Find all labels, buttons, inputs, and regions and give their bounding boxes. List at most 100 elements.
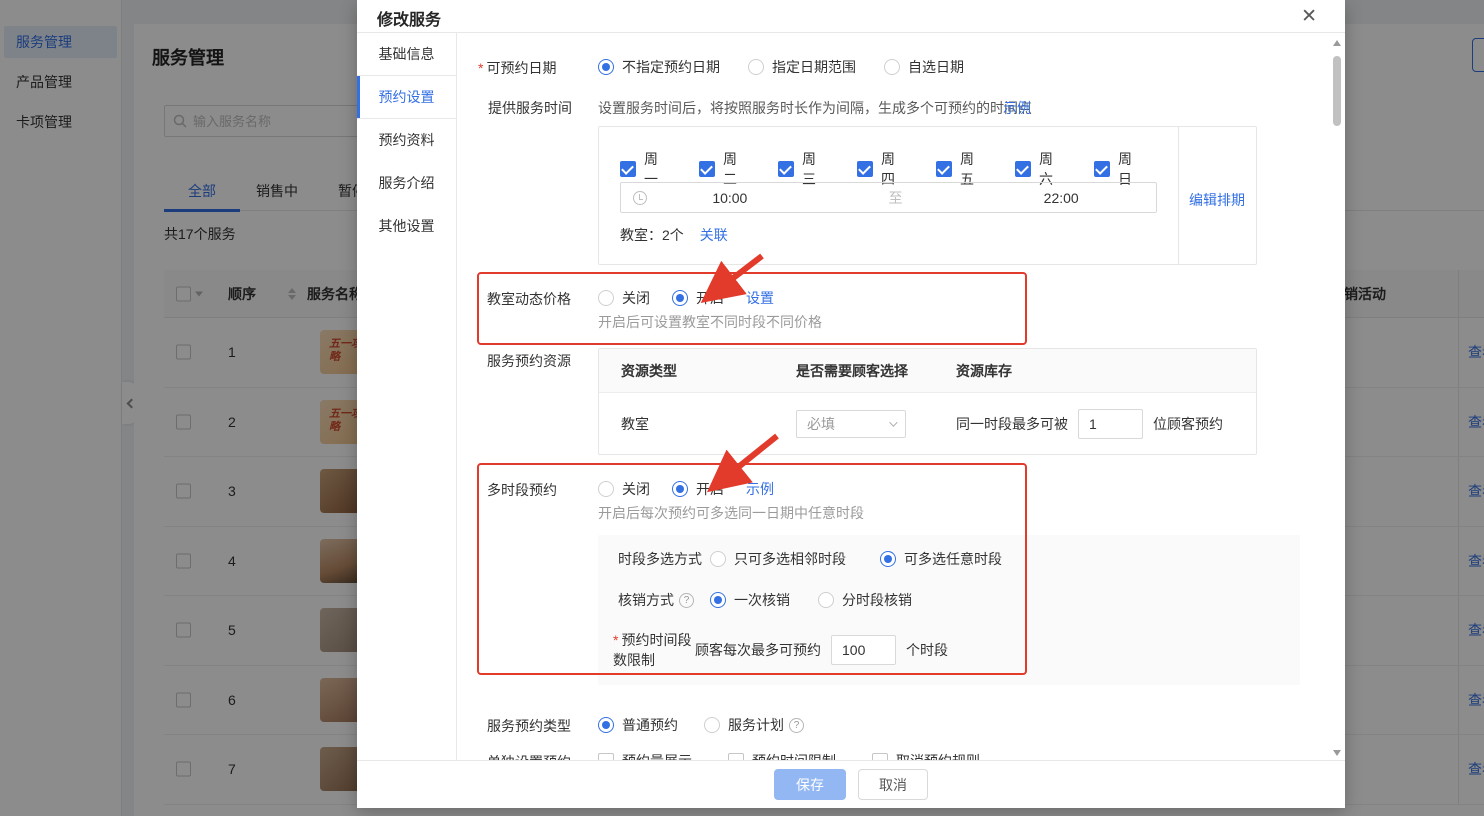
nav-tab-booking-settings[interactable]: 预约设置 (357, 76, 456, 119)
radio-any-slots[interactable]: 可多选任意时段 (880, 549, 1002, 569)
question-circle-icon[interactable]: ? (679, 593, 694, 608)
scrollbar-thumb[interactable] (1333, 56, 1341, 126)
slot-limit-input[interactable] (831, 635, 896, 665)
radio-multi-slot-on[interactable]: 开启 (672, 479, 724, 499)
multi-slot-label: 多时段预约 (487, 480, 557, 500)
radio-icon (710, 551, 726, 567)
slot-limit-prefix: 顾客每次最多可预约 (695, 640, 821, 660)
radio-service-plan[interactable]: 服务计划 ? (704, 715, 804, 735)
radio-label: 不指定预约日期 (622, 57, 720, 77)
stock-prefix: 同一时段最多可被 (956, 414, 1068, 434)
select-value: 必填 (807, 414, 835, 434)
close-icon[interactable]: ✕ (1301, 2, 1317, 32)
multi-slot-options: 关闭 开启 示例 (598, 479, 774, 499)
radio-date-range[interactable]: 指定日期范围 (748, 57, 856, 77)
stock-suffix: 位顾客预约 (1153, 414, 1223, 434)
start-time-value: 10:00 (647, 190, 813, 206)
service-time-desc: 设置服务时间后，将按照服务时长作为间隔，生成多个可预约的时间点 (598, 98, 1032, 118)
radio-label: 关闭 (622, 288, 650, 308)
radio-label: 自选日期 (908, 57, 964, 77)
radio-icon (818, 592, 834, 608)
clock-icon (633, 191, 647, 205)
radio-icon (672, 290, 688, 306)
stock-input[interactable] (1078, 409, 1143, 439)
example-link[interactable]: 示例 (1003, 98, 1031, 118)
radio-icon (884, 59, 900, 75)
radio-label: 只可多选相邻时段 (734, 549, 846, 569)
resource-type-value: 教室 (621, 414, 796, 434)
cancel-button[interactable]: 取消 (858, 769, 928, 800)
checkbox-icon (699, 161, 715, 177)
slot-limit-suffix: 个时段 (906, 640, 948, 660)
radio-label: 开启 (696, 288, 724, 308)
dynamic-price-label: 教室动态价格 (487, 289, 571, 309)
question-circle-icon[interactable]: ? (789, 718, 804, 733)
dynamic-price-set-link[interactable]: 设置 (746, 288, 774, 308)
multi-slot-desc: 开启后每次预约可多选同一日期中任意时段 (598, 503, 864, 523)
checkbox-icon (1015, 161, 1031, 177)
time-range-input[interactable]: 10:00 至 22:00 (620, 182, 1157, 213)
slot-mode-label: 时段多选方式 (618, 549, 710, 569)
radio-dynamic-price-on[interactable]: 开启 (672, 288, 724, 308)
chevron-down-icon (889, 418, 897, 426)
radio-adjacent-slots[interactable]: 只可多选相邻时段 (710, 549, 846, 569)
radio-icon (598, 717, 614, 733)
save-button[interactable]: 保存 (774, 769, 846, 800)
slot-limit-label: 预约时间段数限制 (613, 630, 705, 670)
room-count-text: 教室：2个 (620, 225, 684, 245)
radio-label: 指定日期范围 (772, 57, 856, 77)
radio-multi-slot-off[interactable]: 关闭 (598, 479, 650, 499)
verify-mode-label: 核销方式 ? (618, 590, 710, 610)
scroll-down-icon[interactable] (1333, 750, 1341, 756)
resource-table: 资源类型 是否需要顾客选择 资源库存 教室 必填 同一时段最多可被 位顾客预约 (598, 348, 1257, 455)
required-select[interactable]: 必填 (796, 410, 906, 438)
radio-label: 普通预约 (622, 715, 678, 735)
multi-slot-settings-panel: 时段多选方式 只可多选相邻时段 可多选任意时段 核销方式 ? 一次核销 分时段核… (598, 535, 1300, 685)
checkbox-icon (857, 161, 873, 177)
schedule-panel: 周一 周二 周三 周四 周五 周六 周日 10:00 至 22:00 教室：2个… (598, 126, 1257, 265)
modal-header: 修改服务 ✕ (357, 0, 1345, 33)
radio-no-fixed-date[interactable]: 不指定预约日期 (598, 57, 720, 77)
scroll-up-icon[interactable] (1333, 40, 1341, 46)
dynamic-price-desc: 开启后可设置教室不同时段不同价格 (598, 312, 822, 332)
modal-nav: 基础信息 预约设置 预约资料 服务介绍 其他设置 (357, 33, 457, 760)
resource-label: 服务预约资源 (487, 351, 571, 371)
nav-tab-other-settings[interactable]: 其他设置 (357, 205, 456, 248)
relate-link[interactable]: 关联 (700, 225, 728, 245)
radio-label: 一次核销 (734, 590, 790, 610)
radio-verify-once[interactable]: 一次核销 (710, 590, 790, 610)
radio-icon (672, 481, 688, 497)
radio-icon (748, 59, 764, 75)
modal-title: 修改服务 (377, 6, 441, 30)
resource-table-header: 资源类型 是否需要顾客选择 资源库存 (599, 349, 1256, 393)
service-time-label: 提供服务时间 (488, 98, 572, 118)
radio-icon (598, 59, 614, 75)
radio-normal-booking[interactable]: 普通预约 (598, 715, 678, 735)
radio-label: 可多选任意时段 (904, 549, 1002, 569)
edit-schedule-link[interactable]: 编辑排期 (1184, 190, 1250, 210)
modal-scrollbar[interactable] (1331, 38, 1343, 758)
radio-label: 分时段核销 (842, 590, 912, 610)
checkbox-icon (620, 161, 636, 177)
label-text: 核销方式 (618, 590, 674, 610)
dynamic-price-options: 关闭 开启 设置 (598, 288, 774, 308)
radio-icon (704, 717, 720, 733)
modal-footer: 保存 取消 (357, 760, 1345, 808)
multi-slot-example-link[interactable]: 示例 (746, 479, 774, 499)
radio-icon (710, 592, 726, 608)
checkbox-icon (936, 161, 952, 177)
resource-table-row: 教室 必填 同一时段最多可被 位顾客预约 (599, 393, 1256, 454)
radio-dynamic-price-off[interactable]: 关闭 (598, 288, 650, 308)
booking-type-label: 服务预约类型 (487, 716, 571, 736)
radio-verify-per-slot[interactable]: 分时段核销 (818, 590, 912, 610)
resource-col-type: 资源类型 (621, 361, 796, 381)
time-to-label: 至 (813, 188, 979, 208)
nav-tab-service-intro[interactable]: 服务介绍 (357, 162, 456, 205)
booking-date-label: 可预约日期 (478, 58, 556, 78)
resource-col-stock: 资源库存 (956, 361, 1012, 381)
radio-icon (880, 551, 896, 567)
nav-tab-basic-info[interactable]: 基础信息 (357, 33, 456, 76)
radio-icon (598, 290, 614, 306)
nav-tab-booking-material[interactable]: 预约资料 (357, 119, 456, 162)
radio-custom-date[interactable]: 自选日期 (884, 57, 964, 77)
